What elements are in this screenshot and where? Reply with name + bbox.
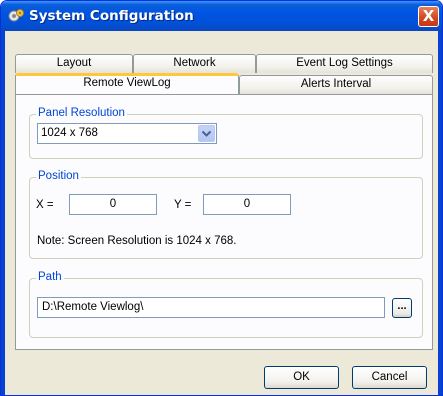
- chevron-down-icon: [201, 130, 212, 137]
- path-input[interactable]: D:\Remote Viewlog\: [37, 297, 385, 318]
- dropdown-button[interactable]: [198, 125, 215, 142]
- panel-resolution-value: 1024 x 768: [41, 127, 98, 139]
- close-button[interactable]: X: [418, 6, 439, 27]
- tab-network[interactable]: Network: [133, 54, 256, 73]
- window-frame-right: [438, 31, 442, 395]
- y-position-input[interactable]: 0: [203, 194, 291, 215]
- system-configuration-dialog: System Configuration X Layout Network Ev…: [0, 0, 443, 396]
- cancel-button[interactable]: Cancel: [352, 366, 427, 389]
- tab-label: Event Log Settings: [296, 57, 393, 69]
- tab-alerts-interval[interactable]: Alerts Interval: [239, 75, 433, 94]
- position-legend: Position: [36, 170, 81, 182]
- x-label: X =: [36, 199, 54, 211]
- panel-resolution-legend: Panel Resolution: [36, 107, 127, 119]
- window-frame-left: [1, 31, 5, 395]
- y-label: Y =: [174, 199, 192, 211]
- browse-button[interactable]: ...: [392, 298, 412, 318]
- panel-resolution-select[interactable]: 1024 x 768: [37, 123, 217, 144]
- tab-label: Remote ViewLog: [83, 77, 171, 89]
- tab-label: Network: [173, 57, 216, 69]
- tab-label: Layout: [56, 57, 92, 69]
- window-title: System Configuration: [29, 8, 194, 24]
- tab-event-log-settings[interactable]: Event Log Settings: [256, 54, 433, 73]
- tab-remote-viewlog[interactable]: Remote ViewLog: [15, 73, 239, 94]
- x-position-input[interactable]: 0: [69, 194, 157, 215]
- ok-button[interactable]: OK: [264, 366, 339, 389]
- app-icon: [8, 9, 24, 22]
- tab-layout[interactable]: Layout: [15, 54, 133, 73]
- screen-resolution-note: Note: Screen Resolution is 1024 x 768.: [37, 235, 237, 247]
- path-legend: Path: [36, 271, 64, 283]
- tab-label: Alerts Interval: [300, 78, 372, 90]
- title-bar[interactable]: System Configuration X: [1, 1, 442, 31]
